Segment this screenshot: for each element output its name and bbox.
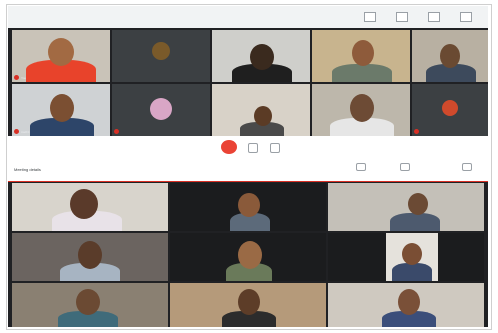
window-titlebar [8,6,488,28]
participant-face [352,40,374,66]
participant-tile[interactable]: Aadhit [12,84,110,136]
participant-face [238,289,260,315]
participant-tile[interactable] [112,30,210,82]
mic-off-icon [14,129,19,134]
participant-name: You [21,76,27,80]
participant-tile[interactable] [170,183,326,231]
participant-tile[interactable] [12,233,168,281]
participant-face [238,241,262,269]
maximize-icon[interactable] [396,12,408,22]
captions-icon[interactable] [248,143,258,153]
participant-avatar [150,98,172,120]
participant-face [76,289,100,315]
end-call-icon[interactable] [221,140,237,154]
meeting-controls-bar [8,136,488,158]
participant-avatar [442,100,458,116]
participant-face [440,44,460,68]
meeting-details-link[interactable]: Meeting details [14,167,41,172]
participant-face [48,38,74,66]
participant-face [70,189,98,219]
participant-face [350,94,374,122]
participant-tile[interactable] [312,84,410,136]
present-now-icon[interactable] [400,163,410,171]
participant-tile[interactable] [12,283,168,327]
participant-body [332,64,392,82]
turn-on-captions-icon[interactable] [356,163,366,171]
participant-tile[interactable] [328,183,484,231]
participant-face [402,243,422,265]
divider [8,181,488,182]
meet-window-top: You Aadhit [8,6,488,158]
participant-tile[interactable] [170,283,326,327]
participant-tile[interactable] [412,30,488,82]
meeting-topbar: Meeting details [8,159,488,181]
participant-tile[interactable] [170,233,326,281]
participant-tile[interactable] [328,283,484,327]
participant-face [50,94,74,122]
present-icon[interactable] [270,143,280,153]
participant-face [238,193,260,217]
tab-icon[interactable] [428,12,440,22]
mic-off-icon [114,129,119,134]
participant-tile[interactable] [12,183,168,231]
participant-face [250,44,274,70]
participant-body [392,263,432,281]
participant-tile[interactable] [312,30,410,82]
mic-off-icon [14,75,19,80]
participant-face [254,106,272,126]
participant-tile[interactable] [212,30,310,82]
participant-face [408,193,428,215]
minimize-icon[interactable] [364,12,376,22]
participant-tile[interactable] [412,84,488,136]
participant-face [398,289,420,315]
meet-window-bottom: Meeting details [8,159,488,327]
close-icon[interactable] [460,12,472,22]
participant-tile[interactable]: You [12,30,110,82]
more-options-icon[interactable] [462,163,472,171]
participant-tile[interactable] [212,84,310,136]
participant-avatar [152,42,170,60]
mic-off-icon [414,129,419,134]
participant-body [390,213,440,231]
participant-tile[interactable] [112,84,210,136]
participant-name: Aadhit [21,130,30,134]
participant-face [78,241,102,269]
participant-tile[interactable] [328,233,484,281]
